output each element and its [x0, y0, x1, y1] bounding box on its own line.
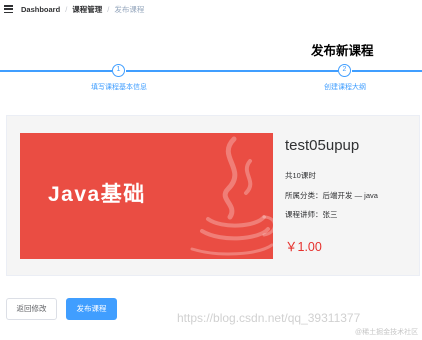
breadcrumb-publish-course: 发布课程 [114, 4, 145, 14]
top-navbar: Dashboard / 课程管理 / 发布课程 [0, 0, 422, 18]
steps-progress: 1 填写课程基本信息 2 创建课程大纲 [0, 62, 422, 94]
cover-title-text: Java基础 [48, 183, 146, 206]
step-line [352, 70, 422, 72]
step-line [0, 70, 112, 72]
course-lesson-count: 共10课时 [285, 171, 316, 180]
step-1-circle: 1 [112, 64, 125, 77]
hamburger-icon[interactable] [4, 5, 13, 13]
course-category: 所属分类：后端开发 — java [285, 191, 378, 200]
page-title: 发布新课程 [311, 44, 374, 58]
breadcrumb-dashboard[interactable]: Dashboard [21, 5, 60, 14]
breadcrumb: Dashboard / 课程管理 / 发布课程 [21, 4, 144, 15]
course-cover-image: Java基础 [20, 133, 273, 259]
step-2-label: 创建课程大纲 [324, 84, 366, 91]
step-1-label: 填写课程基本信息 [91, 84, 147, 91]
watermark-community: @稀土掘金技术社区 [355, 329, 419, 336]
java-cup-icon [190, 136, 273, 256]
step-2-circle: 2 [338, 64, 351, 77]
publish-course-button[interactable]: 发布课程 [66, 298, 117, 320]
breadcrumb-separator: / [107, 4, 110, 14]
course-teacher: 课程讲师：张三 [285, 210, 338, 219]
step-line [126, 70, 338, 72]
back-edit-button[interactable]: 返回修改 [6, 298, 57, 320]
breadcrumb-course-management[interactable]: 课程管理 [72, 4, 102, 15]
watermark-url: https://blog.csdn.net/qq_39311377 [177, 311, 361, 325]
course-name: test05upup [285, 137, 360, 154]
breadcrumb-separator: / [65, 4, 68, 14]
course-price: ￥1.00 [285, 240, 322, 254]
